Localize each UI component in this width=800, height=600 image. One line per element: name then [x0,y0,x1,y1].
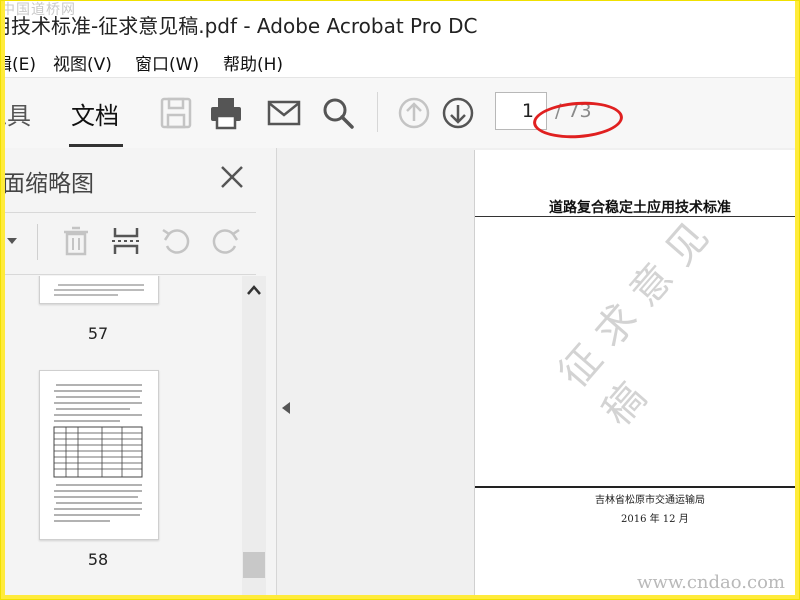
close-icon[interactable] [217,162,247,192]
menu-help[interactable]: 帮助(H) [223,50,283,75]
tools-separator [37,224,38,260]
search-icon[interactable] [321,96,355,130]
split-icon[interactable] [109,224,143,258]
frame-edge-right [795,1,799,599]
footer-rule [475,486,799,488]
print-icon[interactable] [209,96,243,130]
thumbnail-tools [1,220,256,264]
chevron-up-icon[interactable] [246,284,262,296]
document-publisher: 吉林省松原市交通运输局 [595,495,705,506]
document-date: 2016 年 12 月 [621,514,689,525]
thumbnail-scrollbar[interactable] [242,276,266,599]
menu-view[interactable]: 视图(V) [53,50,112,75]
tab-document[interactable]: 文档 [71,96,119,131]
thumbnail-page-57[interactable] [39,276,159,304]
page-up-icon[interactable] [397,96,431,130]
scrollbar-thumb[interactable] [243,552,265,578]
rotate-counterclockwise-icon[interactable] [159,224,193,258]
thumbnails-pane: 页面缩略图 [1,148,277,599]
active-tab-indicator [69,144,123,147]
thumbnail-list: 57 58 [1,276,241,599]
menu-window[interactable]: 窗口(W) [135,50,199,75]
pane-divider [1,212,256,213]
collapse-pane-icon[interactable] [281,401,291,415]
app-window: 应用技术标准-征求意见稿.pdf - Adobe Acrobat Pro DC … [0,0,800,600]
save-icon[interactable] [159,96,193,130]
email-icon[interactable] [267,96,301,130]
site-watermark-bottom: www.cndao.com [637,572,785,593]
toolbar: 工具 文档 1 [1,77,799,149]
site-watermark-top: 中国道桥网 [1,2,76,18]
frame-edge-bottom [1,595,799,599]
thumbnail-label: 57 [87,324,109,343]
thumbnails-title: 页面缩略图 [1,171,94,197]
document-viewer: 道路复合稳定土应用技术标准 征求意见稿 吉林省松原市交通运输局 2016 年 1… [277,148,799,599]
delete-icon[interactable] [59,224,93,258]
thumbnail-label: 58 [87,550,109,569]
title-bar: 应用技术标准-征求意见稿.pdf - Adobe Acrobat Pro DC [1,1,799,41]
toolbar-separator [377,92,378,132]
document-page[interactable]: 道路复合稳定土应用技术标准 征求意见稿 吉林省松原市交通运输局 2016 年 1… [474,150,799,595]
pane-divider [1,274,256,275]
page-down-icon[interactable] [441,96,475,130]
thumbnail-page-58[interactable] [39,370,159,540]
rotate-clockwise-icon[interactable] [209,224,243,258]
frame-edge-left [1,1,5,599]
menu-edit[interactable]: 辑(E) [1,50,36,75]
menu-bar: 辑(E) 视图(V) 窗口(W) 帮助(H) [1,46,799,76]
options-dropdown-icon[interactable] [5,234,19,248]
